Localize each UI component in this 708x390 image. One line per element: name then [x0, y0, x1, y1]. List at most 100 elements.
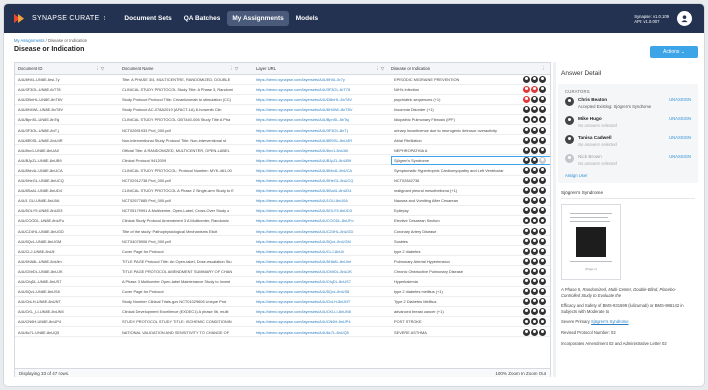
curator-avatar-icon[interactable] [531, 227, 538, 235]
curator-avatar-icon[interactable] [531, 318, 538, 326]
document-id-cell[interactable]: A4U5QvL-UN8E-8nUGM [18, 237, 94, 246]
unassign-button[interactable]: UNASSIGN [669, 116, 691, 121]
filter-icon[interactable]: ⋮ ▽ [229, 63, 238, 75]
curator-avatar-icon[interactable] [531, 247, 538, 255]
table-row[interactable]: A4U5HA8L-UN8E-8nUlm TITLE PAGE Protocol T… [15, 257, 550, 267]
layer-url-link[interactable]: https://demo.synapse.com/layersets/A4U8H… [256, 105, 386, 114]
breadcrumb-my-assignments[interactable]: My Assignments [14, 38, 45, 43]
curator-avatar-icon[interactable] [531, 298, 538, 306]
document-thumbnail[interactable]: [Page 1] [561, 204, 621, 280]
curator-avatar-icon[interactable] [523, 278, 530, 285]
zoom-in-button[interactable]: Zoom In [508, 371, 525, 376]
curator-avatar-icon[interactable] [523, 207, 530, 215]
zoom-out-button[interactable]: Zoom Out [526, 371, 546, 376]
unassign-button[interactable]: UNASSIGN [669, 97, 691, 102]
layer-url-link[interactable]: https://demo.synapse.com/layersets/A4U8R… [256, 136, 386, 145]
layer-url-link[interactable]: https://demo.synapse.com/layersets/A4U5H… [256, 257, 386, 266]
actions-button[interactable]: Actions ⌄ [650, 46, 698, 58]
document-name-cell[interactable]: CLINICAL STUDY PROTOCOL GBT440-006 Study… [122, 115, 248, 124]
curator-avatar-icon[interactable] [531, 146, 538, 154]
filter-icon[interactable]: ⋮ ▽ [375, 63, 384, 75]
curator-avatar-icon[interactable] [531, 237, 538, 245]
table-row[interactable]: A4U3F3OL-UN8E-8nT.j NCT02691933 Prot_000.… [15, 126, 550, 136]
curator-avatar-icon[interactable] [539, 116, 546, 124]
column-header-disease[interactable]: Disease or Indication [388, 63, 430, 75]
curator-avatar-icon[interactable] [531, 187, 538, 195]
curator-avatar-icon[interactable] [523, 76, 530, 83]
curator-avatar-icon[interactable] [523, 197, 530, 205]
layer-url-link[interactable]: https://demo.synapse.com/layersets/A4U8H… [256, 75, 386, 84]
document-id-cell[interactable]: A4UCKL_LI-UN8E-8nUN5 [18, 307, 94, 316]
curator-avatar-icon[interactable] [539, 207, 546, 215]
document-name-cell[interactable]: CLINICAL STUDY PROTOCOL Study Title: A P… [122, 85, 248, 94]
curator-avatar-icon[interactable] [539, 328, 546, 336]
document-id-cell[interactable]: A4U3F3OL-UN8E-6rT78 [18, 85, 94, 94]
filter-icon[interactable]: ⋮ ▽ [95, 63, 104, 75]
document-id-cell[interactable]: A4U8R0SL-UN8E-8nU4R [18, 136, 94, 145]
document-name-cell[interactable]: Clinical Protocol 9412009 [122, 156, 248, 165]
curator-avatar-icon[interactable] [531, 197, 538, 205]
document-id-cell[interactable]: A4U8nv1-UN8E-8nUA0 [18, 146, 94, 155]
curator-avatar-icon[interactable] [523, 308, 530, 316]
curator-avatar-icon[interactable] [539, 76, 546, 83]
document-id-cell[interactable]: A4U8H4WL-UN8E-8nT8V [18, 105, 94, 114]
table-row[interactable]: A4U5QvL-UN8E-8nUS8 Cover Page for Protoco… [15, 287, 550, 297]
curator-avatar-icon[interactable] [531, 96, 538, 104]
document-id-cell[interactable]: A4UBpnSL-UN8E-8nTsj [18, 115, 94, 124]
document-id-cell[interactable]: A4UDBnHL-UN8E-8nT8V [18, 95, 94, 104]
table-row[interactable]: A4U8H4L-UN8E-6rsl-7y Title: A PHASE 3/4, … [15, 75, 550, 85]
layer-url-link[interactable]: https://demo.synapse.com/layersets/A4UCf… [256, 277, 386, 286]
layer-url-link[interactable]: https://demo.synapse.com/layersets/A4UBp… [256, 115, 386, 124]
curator-avatar-icon[interactable] [531, 76, 538, 83]
curator-avatar-icon[interactable] [531, 86, 538, 94]
layer-url-link[interactable]: https://demo.synapse.com/layersets/A4UCK… [256, 307, 386, 316]
synapse-logo-icon[interactable] [13, 12, 26, 25]
user-avatar-icon[interactable] [677, 11, 692, 26]
table-row[interactable]: A4U8nv1-UN8E-8nUA0 Official Title: A RAND… [15, 146, 550, 156]
curator-avatar-icon[interactable] [539, 86, 546, 94]
curator-avatar-icon[interactable] [523, 96, 530, 104]
curator-avatar-icon[interactable] [523, 257, 530, 265]
curator-avatar-icon[interactable] [531, 116, 538, 124]
document-name-cell[interactable]: CLINICAL STUDY PROTOCOL A Phase 2 Single… [122, 186, 248, 195]
curator-avatar-icon[interactable] [539, 96, 546, 104]
curator-avatar-icon[interactable] [539, 247, 546, 255]
layer-url-link[interactable]: https://demo.synapse.com/layersets/A4UBJ… [256, 156, 386, 165]
curator-avatar-icon[interactable] [539, 267, 546, 275]
layer-url-link[interactable]: https://demo.synapse.com/layersets/A4U8N… [256, 166, 386, 175]
curator-avatar-icon[interactable] [523, 298, 530, 306]
document-name-cell[interactable]: NCT02912738 Prot_000.pdf [122, 176, 248, 185]
column-header-document-name[interactable]: Document Name [119, 63, 153, 75]
table-row[interactable]: A4U1 GU-UN8E-8nU0A NCT02677685 Prot_000.p… [15, 196, 550, 206]
document-id-cell[interactable]: A4UCN6H-UN8E-8nUP4 [18, 317, 94, 326]
curator-avatar-icon[interactable] [523, 116, 530, 124]
layer-url-link[interactable]: https://demo.synapse.com/layersets/A4UCO… [256, 216, 386, 225]
curator-avatar-icon[interactable] [523, 187, 530, 195]
curator-avatar-icon[interactable] [531, 257, 538, 265]
document-id-cell[interactable]: A4U3F3OL-UN8E-8nT.j [18, 126, 94, 135]
layer-url-link[interactable]: https://demo.synapse.com/layersets/A4U3F… [256, 85, 386, 94]
layer-url-link[interactable]: https://demo.synapse.com/layersets/A4UCZ… [256, 227, 386, 236]
curator-avatar-icon[interactable] [539, 136, 546, 144]
document-name-cell[interactable]: NCT02677685 Prot_000.pdf [122, 196, 248, 205]
curator-avatar-icon[interactable] [531, 156, 538, 164]
document-id-cell[interactable]: A4U8Sa4L-UN8E-8nUD4 [18, 186, 94, 195]
document-name-cell[interactable]: Study Protocol Protocol Title: Crizanliz… [122, 95, 248, 104]
document-name-cell[interactable]: TITLE PAGE PROTOCOL AMENDMENT SUMMARY OF… [122, 267, 248, 276]
table-row[interactable]: A4UCMrDL-UN8E-8nUJK TITLE PAGE PROTOCOL A… [15, 267, 550, 277]
curator-avatar-icon[interactable] [523, 106, 530, 114]
curator-avatar-icon[interactable] [531, 177, 538, 184]
layer-url-link[interactable]: https://demo.synapse.com/layersets/A4U8n… [256, 146, 386, 155]
curator-avatar-icon[interactable] [523, 166, 530, 174]
document-name-cell[interactable]: Non-interventional Study Protocol Title:… [122, 136, 248, 145]
document-name-cell[interactable]: Clinical Study Protocol Amendment 3 A Mu… [122, 216, 248, 225]
layer-url-link[interactable]: https://demo.synapse.com/layersets/A4UCN… [256, 317, 386, 326]
curator-avatar-icon[interactable] [539, 278, 546, 285]
curator-avatar-icon[interactable] [523, 146, 530, 154]
brand-menu-icon[interactable]: ⁝ [103, 15, 105, 22]
curator-avatar-icon[interactable] [539, 106, 546, 114]
curator-avatar-icon[interactable] [531, 267, 538, 275]
document-id-cell[interactable]: A4UCfqDL-UN8E-8nUS7 [18, 277, 94, 286]
document-id-cell[interactable]: A4UBJpZL-UN8E-8nUB9 [18, 156, 94, 165]
table-row[interactable]: A4U6c7L-UN8E-8nUQ5 NATIONAL VALIDATION AN… [15, 328, 550, 338]
